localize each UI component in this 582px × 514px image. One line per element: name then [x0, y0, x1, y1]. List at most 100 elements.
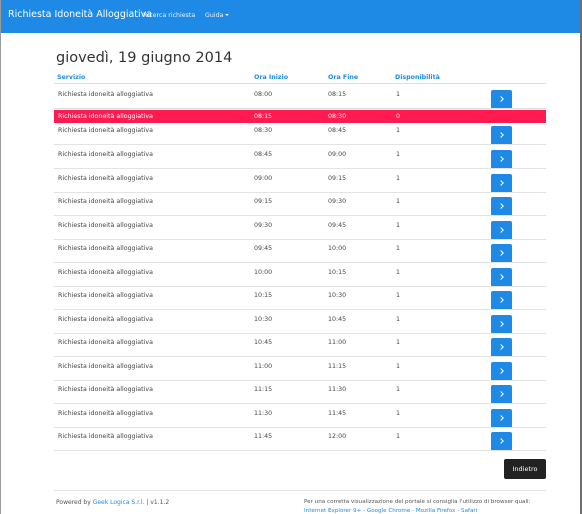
table-row: Richiesta idoneità alloggiativa 10:30 10:4…	[54, 311, 546, 334]
chevron-right-icon	[498, 274, 504, 280]
back-button[interactable]: Indietro	[504, 459, 546, 479]
cell-ora-fine: 11:00	[328, 339, 347, 346]
chevron-right-icon	[498, 132, 504, 138]
table-row: Richiesta idoneità alloggiativa 10:45 11:0…	[54, 334, 546, 357]
cell-servizio: Richiesta idoneità alloggiativa	[58, 198, 153, 205]
cell-servizio: Richiesta idoneità alloggiativa	[58, 127, 153, 134]
cell-servizio: Richiesta idoneità alloggiativa	[58, 245, 153, 252]
nav-link-ricerca-richiesta[interactable]: Ricerca richiesta	[143, 12, 195, 19]
select-slot-button[interactable]	[491, 221, 512, 240]
table-row: Richiesta idoneità alloggiativa 10:15 10:3…	[54, 287, 546, 310]
cell-servizio: Richiesta idoneità alloggiativa	[58, 175, 153, 182]
row-divider	[54, 309, 546, 310]
cell-ora-fine: 08:45	[328, 127, 347, 134]
cell-ora-fine: 12:00	[328, 433, 347, 440]
cell-servizio: Richiesta idoneità alloggiativa	[58, 316, 153, 323]
cell-servizio: Richiesta idoneità alloggiativa	[58, 292, 153, 299]
navbar-brand[interactable]: Richiesta Idoneità Alloggiativa	[8, 9, 152, 20]
select-slot-button[interactable]	[491, 174, 512, 193]
row-divider	[54, 215, 546, 216]
select-slot-button[interactable]	[491, 150, 512, 169]
cell-servizio: Richiesta idoneità alloggiativa	[58, 410, 153, 417]
cell-disponibilita: 1	[396, 245, 401, 252]
cell-disponibilita: 1	[396, 127, 401, 134]
cell-servizio: Richiesta idoneità alloggiativa	[58, 151, 153, 158]
cell-ora-fine: 11:15	[328, 363, 347, 370]
footer-divider	[54, 490, 546, 491]
cell-servizio: Richiesta idoneità alloggiativa	[58, 339, 153, 346]
cell-ora-fine: 10:15	[328, 269, 347, 276]
chevron-right-icon	[498, 321, 504, 327]
cell-disponibilita: 1	[396, 363, 401, 370]
page-title: giovedì, 19 giugno 2014	[56, 50, 233, 66]
column-header-disponibilita: Disponibilità	[395, 74, 440, 81]
footer-powered-label: Powered by	[56, 499, 93, 506]
cell-ora-fine: 09:15	[328, 175, 347, 182]
cell-ora-inizio: 08:00	[254, 91, 273, 98]
chevron-right-icon	[498, 180, 504, 186]
nav-dropdown-guida-label: Guida	[205, 12, 224, 19]
table-row: Richiesta idoneità alloggiativa 08:45 09:0…	[54, 146, 546, 169]
table-row: Richiesta idoneità alloggiativa 09:15 09:3…	[54, 193, 546, 216]
row-divider	[54, 168, 546, 169]
select-slot-button[interactable]	[491, 268, 512, 287]
select-slot-button[interactable]	[491, 362, 512, 381]
table-header-divider	[54, 83, 546, 84]
cell-servizio: Richiesta idoneità alloggiativa	[58, 113, 153, 120]
footer-version: | v1.1.2	[144, 499, 170, 506]
cell-disponibilita: 1	[396, 316, 401, 323]
table-row: Richiesta idoneità alloggiativa 10:00 10:1…	[54, 264, 546, 287]
cell-ora-fine: 09:45	[328, 222, 347, 229]
cell-ora-fine: 11:45	[328, 410, 347, 417]
nav-dropdown-guida[interactable]: Guida	[205, 12, 230, 19]
cell-ora-inizio: 09:00	[254, 175, 273, 182]
chevron-right-icon	[498, 438, 504, 444]
select-slot-button[interactable]	[491, 338, 512, 357]
select-slot-button[interactable]	[491, 244, 512, 263]
select-slot-button[interactable]	[491, 315, 512, 334]
chevron-right-icon	[498, 96, 504, 102]
cell-servizio: Richiesta idoneità alloggiativa	[58, 91, 153, 98]
row-divider	[54, 144, 546, 145]
cell-ora-fine: 09:30	[328, 198, 347, 205]
cell-ora-inizio: 09:15	[254, 198, 273, 205]
footer-company-link[interactable]: Geek Logica S.r.l.	[93, 499, 145, 506]
cell-ora-inizio: 10:45	[254, 339, 273, 346]
cell-ora-inizio: 08:45	[254, 151, 273, 158]
cell-disponibilita: 1	[396, 410, 401, 417]
select-slot-button[interactable]	[491, 197, 512, 216]
column-header-ora-inizio: Ora Inizio	[254, 74, 289, 81]
row-divider	[54, 356, 546, 357]
cell-ora-inizio: 09:45	[254, 245, 273, 252]
select-slot-button[interactable]	[491, 432, 512, 451]
row-divider	[54, 403, 546, 404]
select-slot-button[interactable]	[491, 90, 512, 109]
cell-disponibilita: 1	[396, 386, 401, 393]
select-slot-button[interactable]	[491, 291, 512, 310]
cell-disponibilita: 1	[396, 198, 401, 205]
footer-browser-note: Per una corretta visualizzazione del por…	[304, 499, 531, 505]
table-row: Richiesta idoneità alloggiativa 11:00 11:1…	[54, 358, 546, 381]
chevron-right-icon	[498, 344, 504, 350]
select-slot-button[interactable]	[491, 126, 512, 145]
cell-ora-inizio: 10:30	[254, 316, 273, 323]
row-divider	[54, 450, 546, 451]
cell-disponibilita: 1	[396, 91, 401, 98]
cell-ora-inizio: 08:30	[254, 127, 273, 134]
select-slot-button[interactable]	[491, 385, 512, 404]
chevron-right-icon	[498, 227, 504, 233]
cell-ora-fine: 10:00	[328, 245, 347, 252]
cell-ora-inizio: 11:30	[254, 410, 273, 417]
table-row: Richiesta idoneità alloggiativa 09:00 09:1…	[54, 170, 546, 193]
cell-disponibilita: 1	[396, 292, 401, 299]
table-row: Richiesta idoneità alloggiativa 11:30 11:4…	[54, 405, 546, 428]
cell-ora-fine: 10:45	[328, 316, 347, 323]
footer-browser-links[interactable]: Internet Explorer 9+ - Google Chrome - M…	[304, 508, 477, 514]
column-header-servizio: Servizio	[57, 74, 86, 81]
select-slot-button[interactable]	[491, 409, 512, 428]
window-border-left	[0, 0, 1, 514]
column-header-ora-fine: Ora Fine	[328, 74, 359, 81]
cell-ora-inizio: 10:00	[254, 269, 273, 276]
table-row: Richiesta idoneità alloggiativa 08:30 08:4…	[54, 122, 546, 145]
chevron-right-icon	[498, 391, 504, 397]
